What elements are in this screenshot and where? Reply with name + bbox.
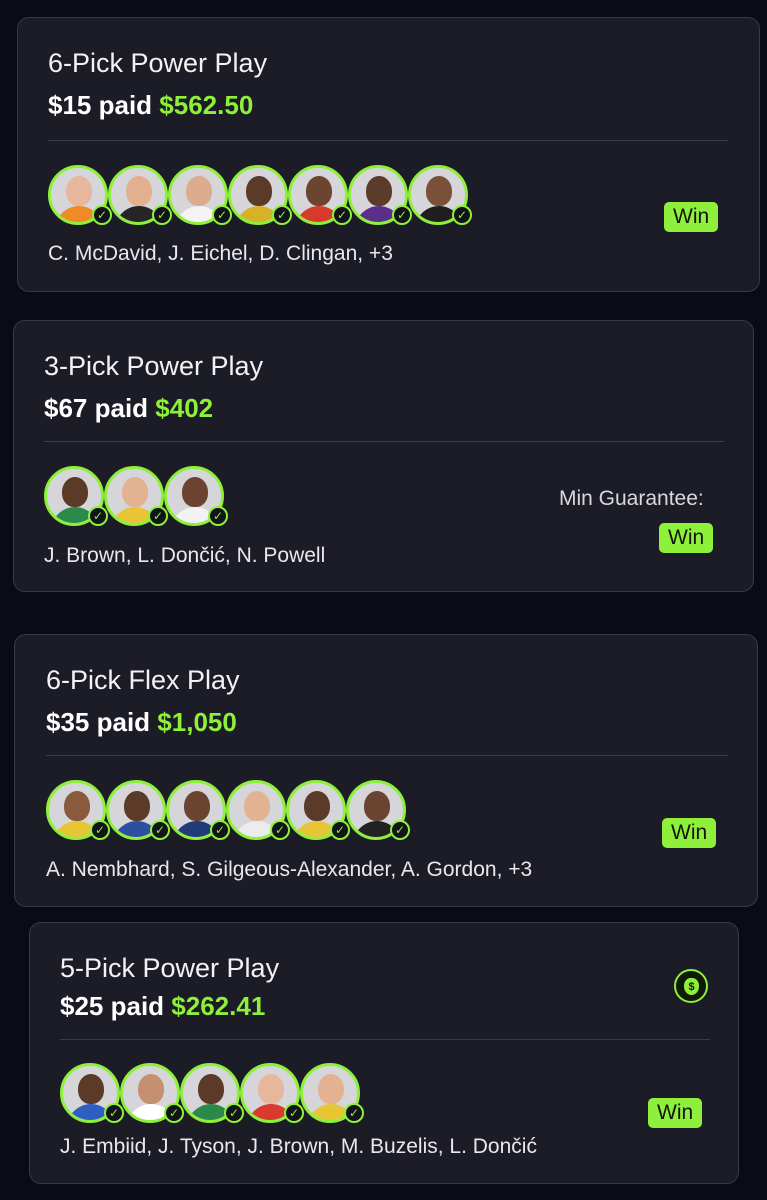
divider [60, 1039, 710, 1040]
entry-card-4[interactable]: 5-Pick Power Play $25 paid $262.41 $ ✓ ✓ ✓… [29, 922, 739, 1184]
checkmark-icon: ✓ [92, 205, 112, 225]
player-photo-icon [366, 176, 392, 206]
checkmark-icon: ✓ [150, 820, 170, 840]
player-photo-icon [426, 176, 452, 206]
player-photo-icon [126, 176, 152, 206]
player-photo-icon [182, 477, 208, 507]
player-names: J. Embiid, J. Tyson, J. Brown, M. Buzeli… [60, 1135, 537, 1158]
entry-payout-amount: $562.50 [159, 90, 254, 120]
checkmark-icon: ✓ [210, 820, 230, 840]
checkmark-icon: ✓ [90, 820, 110, 840]
status-badge-win: Win [662, 818, 717, 848]
checkmark-icon: ✓ [452, 205, 472, 225]
divider [44, 441, 724, 442]
entry-title: 6-Pick Flex Play [46, 665, 240, 695]
checkmark-icon: ✓ [224, 1103, 244, 1123]
player-names: J. Brown, L. Dončić, N. Powell [44, 544, 326, 567]
entry-payout-amount: $262.41 [171, 991, 266, 1021]
player-names: A. Nembhard, S. Gilgeous-Alexander, A. G… [46, 858, 533, 881]
player-photo-icon [246, 176, 272, 206]
entry-title: 6-Pick Power Play [48, 48, 268, 78]
entry-payout-amount: $1,050 [157, 707, 237, 737]
player-avatars: ✓ ✓ ✓ ✓ ✓ ✓ ✓ [48, 165, 472, 229]
player-photo-icon [186, 176, 212, 206]
checkmark-icon: ✓ [212, 205, 232, 225]
player-photo-icon [64, 791, 90, 821]
player-photo-icon [318, 1074, 344, 1104]
status-badge-win: Win [659, 523, 714, 553]
checkmark-icon: ✓ [284, 1103, 304, 1123]
player-avatars: ✓ ✓ ✓ [44, 466, 284, 530]
player-photo-icon [244, 791, 270, 821]
player-avatars: ✓ ✓ ✓ ✓ ✓ ✓ [46, 780, 426, 844]
entry-title: 3-Pick Power Play [44, 351, 264, 381]
entry-paid-line: $15 paid $562.50 [48, 90, 253, 121]
money-bag-glyph: $ [684, 978, 699, 995]
entry-paid-amount: $25 paid [60, 991, 165, 1021]
player-photo-icon [66, 176, 92, 206]
status-badge-win: Win [648, 1098, 703, 1128]
checkmark-icon: ✓ [88, 506, 108, 526]
player-names: C. McDavid, J. Eichel, D. Clingan, +3 [48, 242, 393, 265]
entry-card-3[interactable]: 6-Pick Flex Play $35 paid $1,050 ✓ ✓ ✓ ✓ ✓ ✓ … [14, 634, 758, 907]
checkmark-icon: ✓ [270, 820, 290, 840]
checkmark-icon: ✓ [344, 1103, 364, 1123]
checkmark-icon: ✓ [392, 205, 412, 225]
divider [48, 140, 728, 141]
entry-title: 5-Pick Power Play [60, 953, 280, 983]
checkmark-icon: ✓ [148, 506, 168, 526]
checkmark-icon: ✓ [330, 820, 350, 840]
checkmark-icon: ✓ [272, 205, 292, 225]
checkmark-icon: ✓ [104, 1103, 124, 1123]
entry-payout-amount: $402 [155, 393, 214, 423]
player-photo-icon [138, 1074, 164, 1104]
checkmark-icon: ✓ [332, 205, 352, 225]
player-photo-icon [198, 1074, 224, 1104]
status-badge-win: Win [664, 202, 719, 232]
player-photo-icon [78, 1074, 104, 1104]
player-photo-icon [364, 791, 390, 821]
player-photo-icon [124, 791, 150, 821]
checkmark-icon: ✓ [164, 1103, 184, 1123]
money-bag-icon[interactable]: $ [674, 969, 708, 1003]
player-photo-icon [122, 477, 148, 507]
checkmark-icon: ✓ [152, 205, 172, 225]
player-photo-icon [62, 477, 88, 507]
entry-card-2[interactable]: 3-Pick Power Play $67 paid $402 ✓ ✓ ✓ Min … [13, 320, 754, 592]
player-photo-icon [258, 1074, 284, 1104]
min-guarantee-label: Min Guarantee: [559, 487, 704, 510]
player-avatars: ✓ ✓ ✓ ✓ ✓ [60, 1063, 364, 1127]
divider [46, 755, 728, 756]
entry-paid-line: $35 paid $1,050 [46, 707, 237, 738]
entry-paid-amount: $35 paid [46, 707, 151, 737]
entry-paid-amount: $15 paid [48, 90, 153, 120]
entry-card-1[interactable]: 6-Pick Power Play $15 paid $562.50 ✓ ✓ ✓ ✓ ✓… [17, 17, 760, 292]
player-photo-icon [306, 176, 332, 206]
checkmark-icon: ✓ [390, 820, 410, 840]
entry-paid-line: $25 paid $262.41 [60, 991, 265, 1022]
entry-paid-amount: $67 paid [44, 393, 149, 423]
player-photo-icon [304, 791, 330, 821]
player-photo-icon [184, 791, 210, 821]
checkmark-icon: ✓ [208, 506, 228, 526]
entry-paid-line: $67 paid $402 [44, 393, 213, 424]
